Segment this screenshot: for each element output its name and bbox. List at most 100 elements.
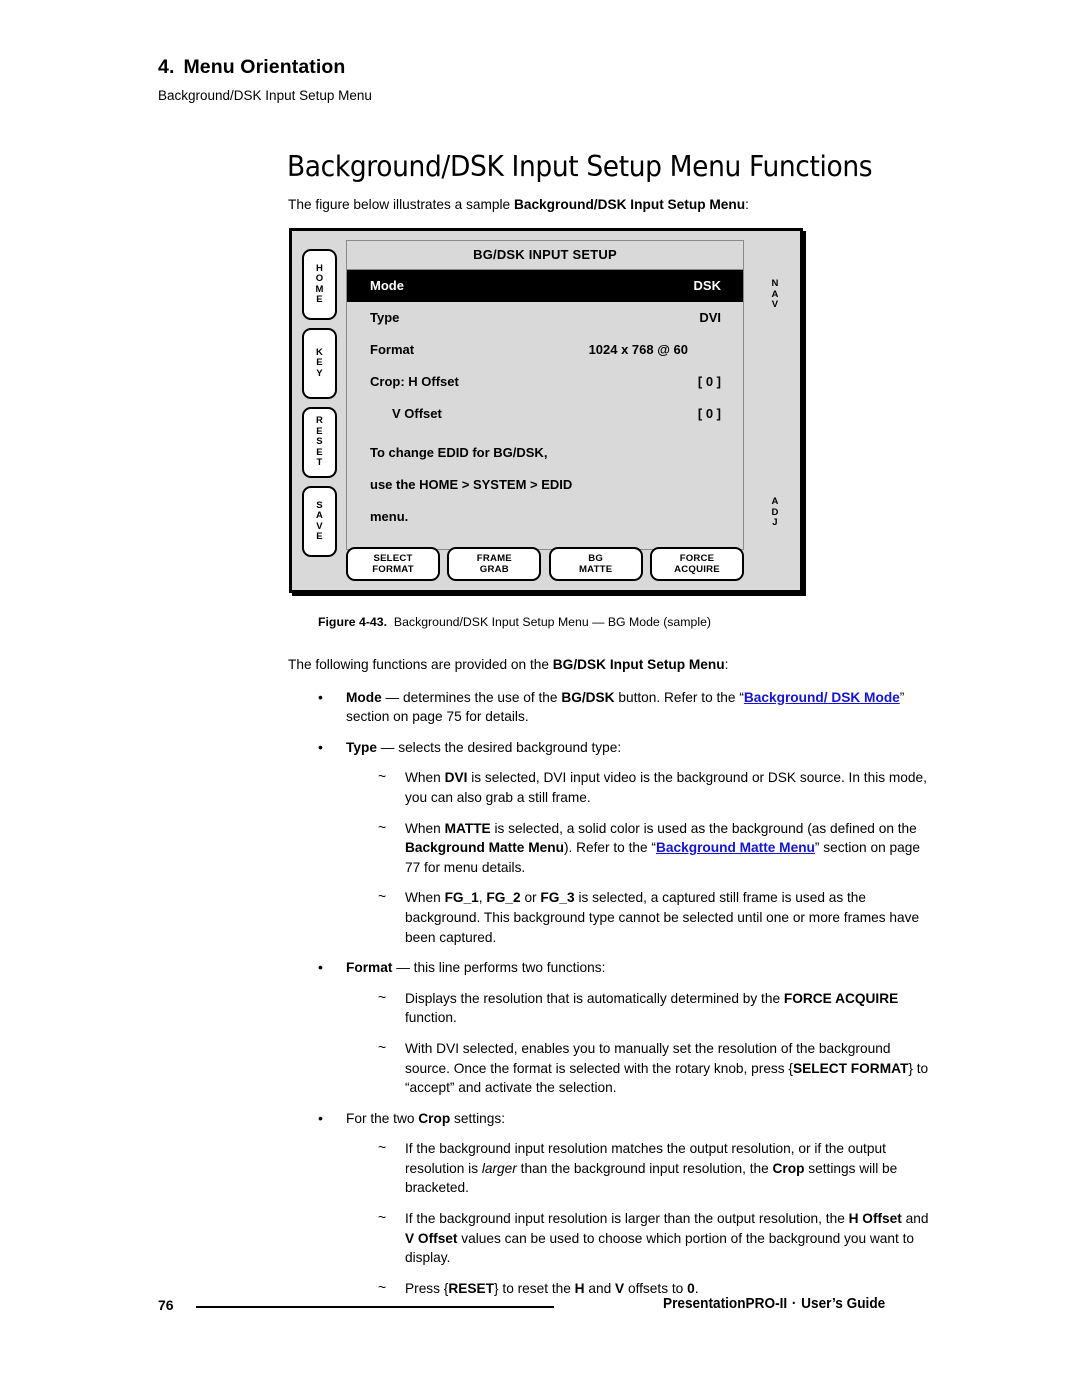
body-text: Press { [405,1280,449,1296]
button-letter: E [316,294,323,305]
emphasis-text: Crop [418,1110,451,1126]
emphasis-text: Background Matte Menu [405,840,564,856]
italic-text: larger [481,1160,517,1176]
soft-button-line: FORMAT [372,564,414,575]
emphasis-text: V [615,1280,625,1296]
emphasis-text: FORCE ACQUIRE [783,990,899,1006]
emphasis-text: MATTE [444,820,491,836]
body-text: When [405,770,445,786]
emphasis-text: FG_2 [486,890,521,906]
body-text: button. Refer to the “ [614,689,744,705]
running-header-subtitle: Background/DSK Input Setup Menu [158,88,372,103]
body-text: — selects the desired background type: [376,739,622,755]
figure-caption: Figure 4-43. Background/DSK Input Setup … [318,615,711,629]
lcd-menu-rows: Mode DSK Type DVI Format 1024 x 768 @ 60 Crop:… [347,270,743,430]
body-sub-item: ~ Displays the resolution that is automat… [288,989,933,1028]
intro-text-before: The figure below illustrates a sample [288,197,514,212]
list-marker: • [318,959,323,976]
lead-in-after: : [724,657,729,672]
footer-product-line: PresentationPRO-II · User’s Guide [663,1296,885,1312]
emphasis-text: Type [346,739,377,755]
menu-row[interactable]: V Offset [ 0 ] [347,398,743,430]
home-button[interactable]: HOME [302,249,337,320]
knob-label-column: NAV ADJ [758,249,792,579]
menu-row-value: DVI [699,310,721,325]
body-sub-item: ~ When MATTE is selected, a solid color i… [288,819,933,878]
select-format-button[interactable]: SELECT FORMAT [346,547,440,581]
emphasis-text: RESET [448,1280,495,1296]
figure-caption-label: Figure 4-43. [318,615,388,629]
knob-label-letter: N [771,278,779,289]
knob-label-letter: V [771,299,779,310]
list-marker: ~ [378,888,387,905]
body-bullet-item: • Mode — determines the use of the BG/DSK… [288,688,933,727]
body-lead-in: The following functions are provided on … [288,655,933,675]
body-bullet-item: • Type — selects the desired background t… [288,738,933,758]
reset-button[interactable]: RESET [302,407,337,478]
footer-product: PresentationPRO-II [663,1296,788,1312]
key-button[interactable]: KEY [302,328,337,399]
list-marker: • [318,738,323,755]
hard-button-column: HOME KEY RESET SAVE [302,249,337,579]
body-sub-item: ~ When DVI is selected, DVI input video i… [288,768,933,807]
body-text: . [694,1280,699,1296]
knob-label-letter: J [772,517,778,528]
menu-row[interactable]: Crop: H Offset [ 0 ] [347,366,743,398]
emphasis-text: H Offset [848,1211,902,1227]
button-letter: T [316,457,323,469]
menu-row-label: Crop: H Offset [370,374,459,389]
body-content: The following functions are provided on … [288,655,933,1309]
menu-row[interactable]: Format 1024 x 768 @ 60 [347,334,743,366]
list-marker: ~ [378,768,387,785]
footer-separator: · [791,1296,797,1312]
intro-paragraph: The figure below illustrates a sample Ba… [288,197,749,212]
menu-row-label: Type [370,310,400,325]
list-marker: ~ [378,1038,387,1055]
chapter-number: 4. [158,56,175,78]
list-marker: ~ [378,1209,387,1226]
button-letter: O [315,273,324,284]
bg-matte-button[interactable]: BG MATTE [548,547,643,581]
soft-button-line: MATTE [578,564,613,575]
body-text: — determines the use of the [381,689,562,705]
menu-row[interactable]: Type DVI [347,302,743,334]
chapter-heading: 4. Menu Orientation [158,56,345,79]
cross-reference-link[interactable]: Background/ DSK Mode [744,690,900,705]
emphasis-text: V Offset [405,1230,458,1246]
emphasis-text: Format [346,960,393,976]
body-sub-item: ~ If the background input resolution is l… [288,1209,933,1268]
button-letter: A [315,510,324,521]
emphasis-text: BG/DSK [561,689,615,705]
body-text: When [405,820,445,836]
soft-button-line: SELECT [373,553,413,564]
emphasis-text: 0 [687,1280,695,1296]
force-acquire-button[interactable]: FORCE ACQUIRE [649,547,744,581]
body-item-list: • Mode — determines the use of the BG/DSK… [288,688,933,1299]
body-text: and [584,1280,616,1296]
device-front-panel: HOME KEY RESET SAVE NAV ADJ BG/DSK INPUT… [289,228,803,593]
emphasis-text: FG_1 [444,890,479,906]
button-letter: Y [316,367,323,379]
emphasis-text: Mode [346,689,382,705]
body-text: values can be used to choose which porti… [405,1230,915,1266]
page-title: Background/DSK Input Setup Menu Function… [287,150,873,183]
list-marker: ~ [378,1139,387,1156]
emphasis-text: Crop [772,1160,805,1176]
body-text: If the background input resolution is la… [405,1211,849,1227]
frame-grab-button[interactable]: FRAME GRAB [447,547,542,581]
body-sub-item: ~ When FG_1, FG_2 or FG_3 is selected, a … [288,888,933,947]
emphasis-text: H [574,1280,585,1296]
save-button[interactable]: SAVE [302,486,337,557]
lcd-note-line: use the HOME > SYSTEM > EDID [370,477,573,492]
footer-divider [196,1306,554,1308]
body-text: Displays the resolution that is automati… [405,990,784,1006]
emphasis-text: DVI [444,770,468,786]
cross-reference-link[interactable]: Background Matte Menu [656,840,815,855]
list-marker: • [318,688,323,705]
menu-row[interactable]: Mode DSK [347,270,743,302]
body-text: offsets to [624,1280,688,1296]
soft-button-row: SELECT FORMAT FRAME GRAB BG MATTE FORCE ACQUIRE [346,547,744,581]
body-text: ). Refer to the “ [563,840,656,856]
list-marker: ~ [378,988,387,1005]
body-text: than the background input resolution, th… [516,1160,773,1176]
